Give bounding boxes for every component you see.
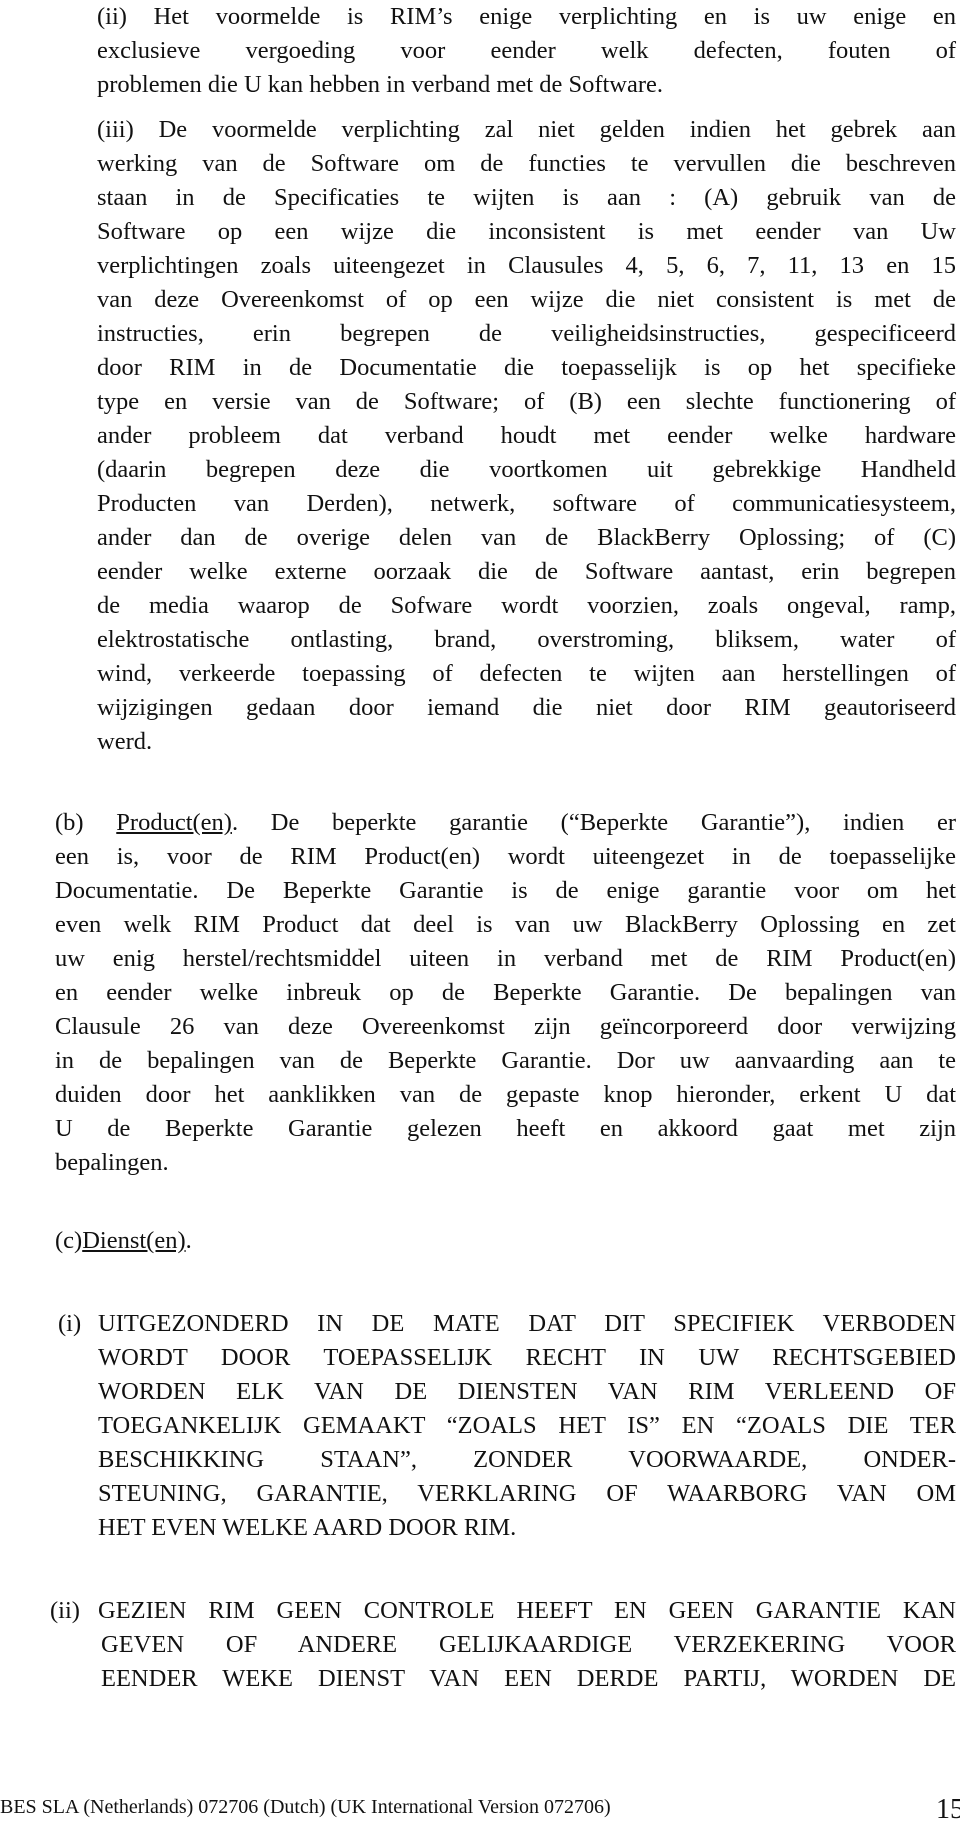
text-line: in de bepalingen van de Beperkte Garanti… bbox=[55, 1047, 956, 1074]
text-line: bepalingen. bbox=[55, 1149, 169, 1176]
text-line: WORDT DOOR TOEPASSELIJK RECHT IN UW RECH… bbox=[98, 1344, 956, 1371]
clause-label: (ii) bbox=[97, 3, 127, 30]
text-line: Software op een wijze die inconsistent i… bbox=[97, 218, 956, 245]
text-line: WORDEN ELK VAN DE DIENSTEN VAN RIM VERLE… bbox=[98, 1378, 956, 1405]
text-line: duiden door het aanklikken van de gepast… bbox=[55, 1081, 956, 1108]
line-text: De voormelde verplichting zal niet gelde… bbox=[158, 116, 956, 143]
text-line: uw enig herstel/rechtsmiddel uiteen in v… bbox=[55, 945, 956, 972]
text-line: (iii) De voormelde verplichting zal niet… bbox=[97, 113, 956, 147]
text-line: TOEGANKELIJK GEMAAKT “ZOALS HET IS” EN “… bbox=[98, 1412, 956, 1439]
text-line: een is, voor de RIM Product(en) wordt ui… bbox=[55, 843, 956, 870]
text-line: BESCHIKKING STAAN”, ZONDER VOORWAARDE, O… bbox=[98, 1446, 956, 1473]
clause-label: (c) bbox=[55, 1227, 83, 1254]
line-text: . De beperkte garantie (“Beperkte Garant… bbox=[231, 809, 957, 836]
text-line: problemen die U kan hebben in verband me… bbox=[97, 71, 664, 98]
text-line: elektrostatische ontlasting, brand, over… bbox=[97, 626, 956, 653]
text-line: werd. bbox=[97, 728, 153, 755]
text-line: UITGEZONDERD IN DE MATE DAT DIT SPECIFIE… bbox=[98, 1310, 956, 1337]
line-text: Het voormelde is RIM’s enige verplichtin… bbox=[153, 3, 956, 30]
clause-heading: Product(en) bbox=[116, 809, 232, 836]
text-line: STEUNING, GARANTIE, VERKLARING OF WAARBO… bbox=[98, 1480, 956, 1507]
text-line: even welk RIM Product dat deel is van uw… bbox=[55, 911, 956, 938]
text-line: (b) Product(en). De beperkte garantie (“… bbox=[55, 806, 956, 840]
clause-label: (ii) bbox=[50, 1597, 80, 1624]
text-line: exclusieve vergoeding voor eender welk d… bbox=[97, 37, 956, 64]
text-line: type en versie van de Software; of (B) e… bbox=[97, 388, 956, 415]
text-line: wijzigingen gedaan door iemand die niet … bbox=[97, 694, 956, 721]
clause-label: (b) bbox=[55, 809, 84, 836]
clause-label: (iii) bbox=[97, 116, 134, 143]
text-line: GEZIEN RIM GEEN CONTROLE HEEFT EN GEEN G… bbox=[98, 1597, 956, 1624]
text-line: eender welke externe oorzaak die de Soft… bbox=[97, 558, 956, 585]
text-line: instructies, erin begrepen de veiligheid… bbox=[97, 320, 956, 347]
clause-c-heading: (c)Dienst(en). bbox=[55, 1224, 956, 1258]
text-line: wind, verkeerde toepassing of defecten t… bbox=[97, 660, 956, 687]
text-line: de media waarop de Sofware wordt voorzie… bbox=[97, 592, 956, 619]
text-line: ander probleem dat verband houdt met een… bbox=[97, 422, 956, 449]
text-line: (ii) Het voormelde is RIM’s enige verpli… bbox=[97, 0, 956, 34]
text-line: U de Beperkte Garantie gelezen heeft en … bbox=[55, 1115, 956, 1142]
text-line: GEVEN OF ANDERE GELIJKAARDIGE VERZEKERIN… bbox=[101, 1631, 956, 1658]
text-line: (daarin begrepen deze die voortkomen uit… bbox=[97, 456, 956, 483]
text-line: verplichtingen zoals uiteengezet in Clau… bbox=[97, 252, 956, 279]
text-line: werking van de Software om de functies t… bbox=[97, 150, 956, 177]
clause-label: (i) bbox=[58, 1310, 82, 1337]
text-line: en eender welke inbreuk op de Beperkte G… bbox=[55, 979, 956, 1006]
text-line: Producten van Derden), netwerk, software… bbox=[97, 490, 956, 517]
page-number: 15 bbox=[936, 1794, 960, 1825]
text-line: EENDER WEKE DIENST VAN EEN DERDE PARTIJ,… bbox=[101, 1665, 956, 1692]
text-line: Documentatie. De Beperkte Garantie is de… bbox=[55, 877, 956, 904]
clause-heading: Dienst(en) bbox=[82, 1227, 186, 1254]
text-line: van deze Overeenkomst of op een wijze di… bbox=[97, 286, 956, 313]
text-line: Clausule 26 van deze Overeenkomst zijn g… bbox=[55, 1013, 956, 1040]
text-line: staan in de Specificaties te wijten is a… bbox=[97, 184, 956, 211]
text-line: HET EVEN WELKE AARD DOOR RIM. bbox=[98, 1514, 517, 1541]
page-footer: BES SLA (Netherlands) 072706 (Dutch) (UK… bbox=[0, 1796, 611, 1818]
text-line: door RIM in de Documentatie die toepasse… bbox=[97, 354, 956, 381]
heading-suffix: . bbox=[185, 1227, 192, 1254]
text-line: ander dan de overige delen van de BlackB… bbox=[97, 524, 956, 551]
